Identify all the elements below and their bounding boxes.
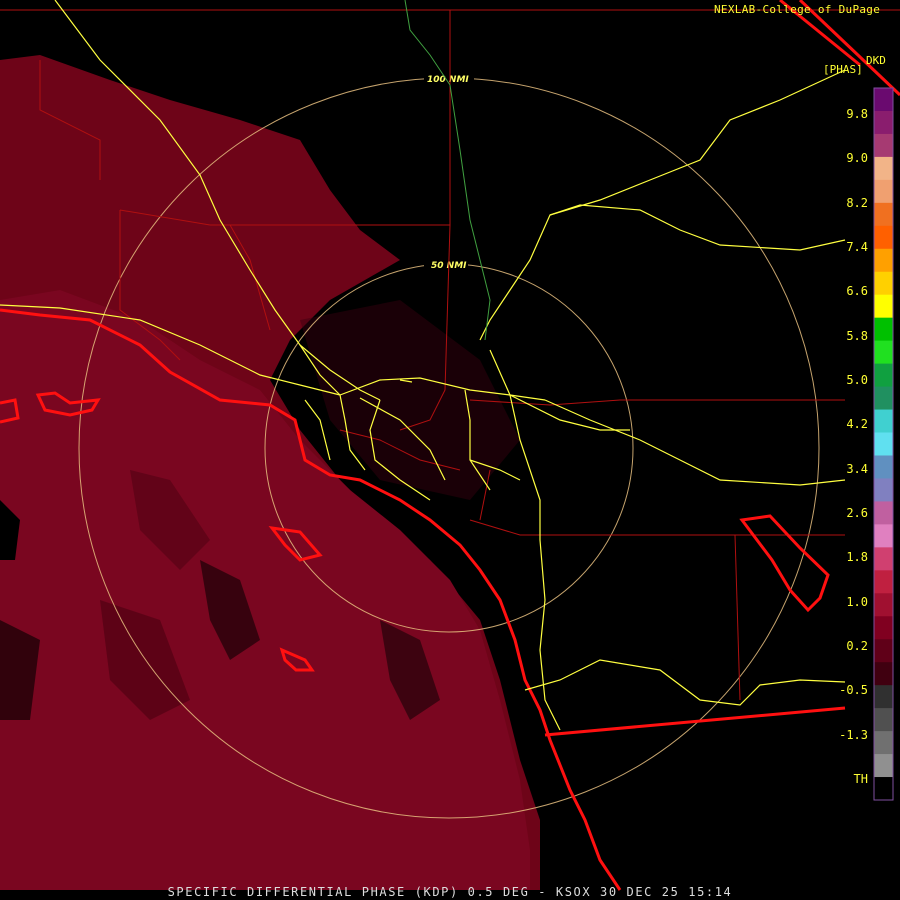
color-scale-swatch	[874, 754, 893, 778]
color-scale-label: 3.4	[846, 461, 868, 476]
color-scale-swatch	[874, 225, 893, 250]
color-scale-swatch	[874, 662, 893, 686]
color-scale-swatch	[874, 271, 893, 296]
color-scale-label: 9.0	[846, 151, 868, 166]
product-title: SPECIFIC DIFFERENTIAL PHASE (KDP) 0.5 DE…	[167, 885, 733, 899]
color-scale-label: 9.8	[846, 107, 868, 121]
radar-map: 50 NMI 100 NMI	[0, 0, 900, 891]
color-scale-swatch	[874, 179, 893, 204]
color-scale-swatch	[874, 593, 893, 617]
radar-echo-field	[0, 55, 540, 890]
color-scale-bar	[873, 87, 894, 801]
color-scale-label: 8.2	[846, 195, 868, 210]
color-scale-swatch	[874, 570, 893, 594]
color-scale-swatch	[874, 340, 893, 365]
ring-label-100nmi: 100 NMI	[427, 75, 469, 85]
color-scale-swatch	[874, 777, 893, 801]
color-scale-label: 6.6	[846, 284, 868, 299]
color-scale-label: 5.0	[846, 373, 868, 387]
color-scale-swatch	[874, 88, 893, 112]
color-scale-swatch	[874, 317, 893, 342]
color-scale-swatch	[874, 294, 893, 319]
color-scale-swatch	[874, 363, 893, 388]
color-scale-swatch	[874, 616, 893, 640]
color-scale-label: 4.2	[846, 417, 868, 432]
color-scale-swatch	[874, 202, 893, 227]
color-scale-label: -0.5	[839, 683, 868, 698]
color-scale-swatch	[874, 432, 893, 456]
color-scale-swatch	[874, 455, 893, 479]
color-scale-label: 1.8	[846, 550, 868, 565]
color-scale-swatch	[874, 708, 893, 732]
color-scale-label: 2.6	[846, 506, 868, 520]
color-scale-swatch	[874, 110, 893, 135]
color-scale-swatch	[874, 478, 893, 502]
color-scale-label: -1.3	[839, 727, 868, 742]
color-scale-swatch	[874, 547, 893, 571]
color-scale-swatch	[874, 685, 893, 709]
color-scale-swatch	[874, 133, 893, 158]
units-label: [PHAS]	[823, 63, 863, 76]
color-scale-swatch	[874, 409, 893, 434]
color-scale-label: TH	[853, 772, 868, 786]
color-scale-swatch	[874, 386, 893, 411]
color-scale-swatch	[874, 156, 893, 181]
credit-text: NEXLAB-College of DuPage	[714, 3, 881, 16]
color-scale-label: 0.2	[846, 639, 868, 653]
product-code: DKD	[866, 54, 886, 67]
color-scale-swatch	[874, 639, 893, 663]
color-scale-swatch	[874, 524, 893, 548]
color-scale-label: 1.0	[846, 594, 868, 609]
state-line	[404, 0, 491, 341]
color-scale-swatch	[874, 501, 893, 525]
color-scale-swatch	[874, 731, 893, 755]
color-scale-label: 5.8	[846, 328, 868, 343]
color-scale-swatch	[874, 248, 893, 273]
color-scale-label: 7.4	[846, 240, 868, 254]
